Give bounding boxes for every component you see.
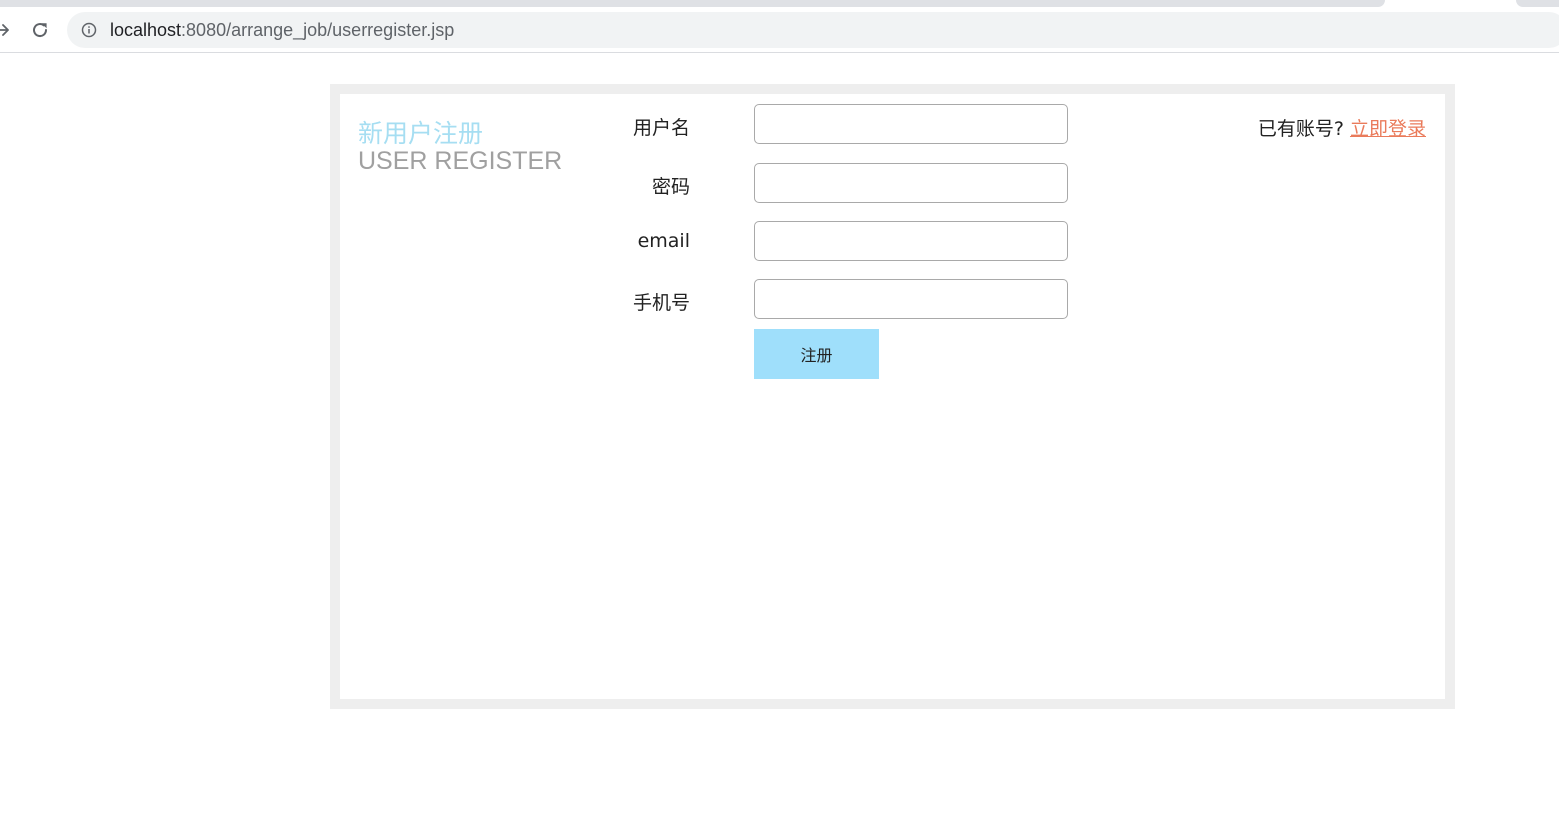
url-text[interactable]: localhost:8080/arrange_job/userregister.… xyxy=(110,20,454,40)
url-host: localhost xyxy=(110,20,182,40)
reload-button[interactable] xyxy=(26,16,54,44)
phone-label: 手机号 xyxy=(632,292,690,314)
info-icon[interactable] xyxy=(81,22,97,38)
browser-toolbar: localhost:8080/arrange_job/userregister.… xyxy=(0,8,1559,53)
tab-strip-right xyxy=(1516,0,1559,7)
back-button[interactable] xyxy=(0,16,16,44)
login-question: 已有账号? xyxy=(1257,118,1344,140)
register-button[interactable]: 注册 xyxy=(754,329,879,379)
email-input[interactable] xyxy=(754,221,1068,261)
password-label: 密码 xyxy=(651,176,690,198)
username-label: 用户名 xyxy=(632,117,690,139)
address-bar[interactable]: localhost:8080/arrange_job/userregister.… xyxy=(67,12,1559,48)
page-title-cn: 新用户注册 xyxy=(358,119,484,148)
email-label: email xyxy=(637,230,690,252)
tab-strip xyxy=(0,0,1559,8)
reload-icon xyxy=(33,23,48,38)
login-prompt: 已有账号? 立即登录 xyxy=(1240,114,1426,141)
page-title-en: USER REGISTER xyxy=(358,147,563,175)
username-input[interactable] xyxy=(754,104,1068,144)
url-path: :8080/arrange_job/userregister.jsp xyxy=(181,20,455,40)
arrow-right-icon xyxy=(0,24,9,36)
login-link[interactable]: 立即登录 xyxy=(1350,118,1426,140)
phone-input[interactable] xyxy=(754,279,1068,319)
tab-strip-left xyxy=(0,0,1385,7)
password-input[interactable] xyxy=(754,163,1068,203)
